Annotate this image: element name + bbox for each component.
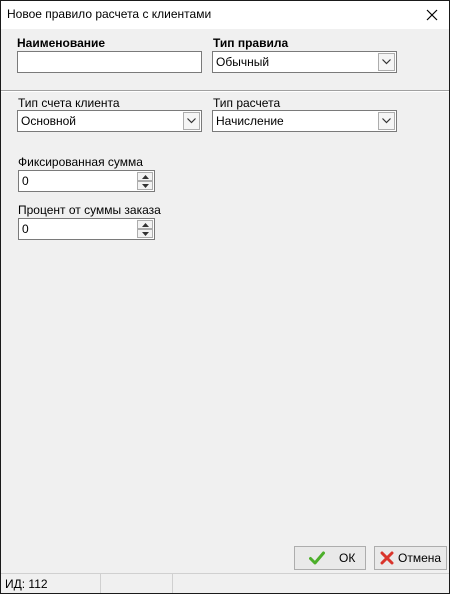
order-percent-spin-buttons [137, 220, 153, 238]
account-type-label: Тип счета клиента [18, 96, 120, 110]
order-percent-spinner[interactable]: 0 [18, 218, 155, 240]
caret-up-icon [141, 222, 149, 227]
chevron-down-icon [382, 118, 391, 124]
close-icon [426, 9, 438, 21]
fixed-sum-decrement-button[interactable] [137, 181, 153, 190]
status-id: ИД: 112 [5, 577, 48, 591]
status-cell-id: ИД: 112 [1, 574, 101, 593]
account-type-value: Основной [21, 114, 77, 128]
cancel-button[interactable]: Отмена [374, 546, 447, 570]
fixed-sum-spinner[interactable]: 0 [18, 170, 155, 192]
caret-down-icon [141, 231, 149, 236]
calc-type-dropdown-button[interactable] [378, 112, 395, 130]
order-percent-decrement-button[interactable] [137, 229, 153, 238]
fixed-sum-increment-button[interactable] [137, 172, 153, 181]
cross-icon [380, 551, 394, 565]
rule-type-select[interactable]: Обычный [212, 51, 397, 73]
chevron-down-icon [187, 118, 196, 124]
caret-up-icon [141, 174, 149, 179]
checkmark-icon [309, 551, 325, 565]
rule-type-label: Тип правила [213, 36, 289, 50]
fixed-sum-label: Фиксированная сумма [18, 155, 143, 169]
calc-type-select[interactable]: Начисление [212, 110, 397, 132]
calc-type-label: Тип расчета [213, 96, 281, 110]
status-cell-empty [101, 574, 173, 593]
title-bar[interactable]: Новое правило расчета с клиентами [1, 1, 449, 29]
account-type-select[interactable]: Основной [17, 110, 202, 132]
status-bar: ИД: 112 [1, 573, 449, 593]
account-type-dropdown-button[interactable] [183, 112, 200, 130]
rule-type-dropdown-button[interactable] [378, 53, 395, 71]
order-percent-value: 0 [22, 222, 29, 236]
calc-type-value: Начисление [216, 114, 284, 128]
ok-button-label: ОК [339, 551, 356, 565]
fixed-sum-value: 0 [22, 174, 29, 188]
button-bar: ОК Отмена [1, 539, 449, 573]
ok-button[interactable]: ОК [294, 546, 366, 570]
close-button[interactable] [415, 1, 449, 29]
rule-type-value: Обычный [216, 55, 270, 69]
section-divider-highlight [1, 91, 449, 92]
name-label: Наименование [17, 36, 106, 50]
chevron-down-icon [382, 59, 391, 65]
dialog-window: Новое правило расчета с клиентами Наимен… [0, 0, 450, 594]
order-percent-increment-button[interactable] [137, 220, 153, 229]
form-area: Наименование Тип правила Обычный Тип сче… [1, 29, 449, 539]
fixed-sum-spin-buttons [137, 172, 153, 190]
caret-down-icon [141, 183, 149, 188]
order-percent-label: Процент от суммы заказа [18, 203, 161, 217]
name-input[interactable] [17, 51, 202, 73]
cancel-button-label: Отмена [398, 551, 442, 565]
window-title: Новое правило расчета с клиентами [7, 7, 212, 21]
